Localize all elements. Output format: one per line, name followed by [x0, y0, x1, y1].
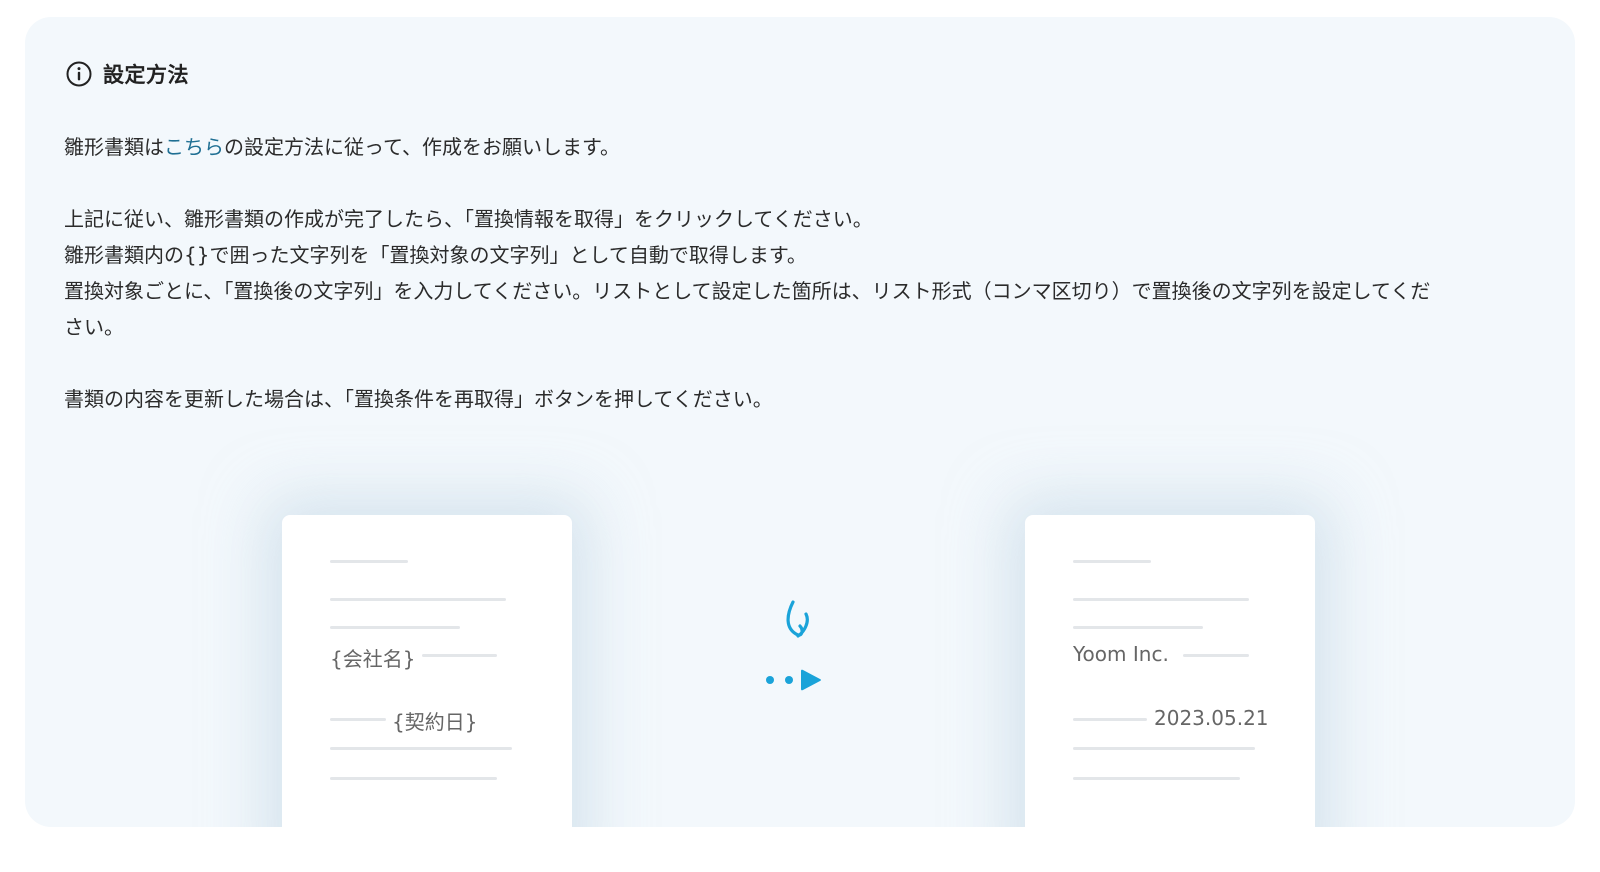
- doc-line: [1073, 598, 1249, 601]
- here-link[interactable]: こちら: [164, 135, 224, 159]
- result-date: 2023.05.21: [1154, 706, 1269, 730]
- doc-line: [330, 747, 512, 750]
- setup-instructions-panel: 設定方法 雛形書類はこちらの設定方法に従って、作成をお願いします。 上記に従い、…: [25, 17, 1575, 827]
- paragraph-template-guide: 雛形書類はこちらの設定方法に従って、作成をお願いします。: [64, 135, 620, 159]
- section-title: 設定方法: [103, 63, 189, 87]
- doc-line: [1073, 560, 1151, 563]
- play-arrow-icon: [766, 669, 821, 691]
- paragraph-line-3: 置換対象ごとに、「置換後の文字列」を入力してください。リストとして設定した箇所は…: [64, 279, 1431, 303]
- instructions-text: 雛形書類はこちらの設定方法に従って、作成をお願いします。 上記に従い、雛形書類の…: [64, 129, 1544, 417]
- doc-line: [1073, 777, 1240, 780]
- doc-line: [422, 654, 497, 657]
- doc-line: [330, 718, 386, 721]
- doc-line: [1073, 626, 1203, 629]
- doc-line: [1073, 747, 1255, 750]
- info-icon: [66, 61, 92, 87]
- template-document: {会社名} {契約日}: [282, 515, 572, 827]
- doc-line: [330, 598, 506, 601]
- doc-line: [330, 560, 408, 563]
- paragraph-update-note: 書類の内容を更新した場合は、「置換条件を再取得」ボタンを押してください。: [64, 387, 773, 411]
- section-header: 設定方法: [65, 59, 189, 89]
- paragraph-line-2: 雛形書類内の{}で囲った文字列を「置換対象の文字列」として自動で取得します。: [64, 243, 807, 267]
- placeholder-company: {会社名}: [330, 647, 416, 671]
- paragraph-line-1: 上記に従い、雛形書類の作成が完了したら、「置換情報を取得」をクリックしてください…: [64, 207, 873, 231]
- result-company: Yoom Inc.: [1073, 642, 1169, 666]
- result-document: Yoom Inc. 2023.05.21: [1025, 515, 1315, 827]
- placeholder-date: {契約日}: [392, 710, 478, 734]
- doc-line: [1183, 654, 1249, 657]
- doc-line: [1073, 718, 1147, 721]
- doc-line: [330, 777, 497, 780]
- replace-arrow: [760, 592, 840, 702]
- replacement-illustration: {会社名} {契約日} Yoom Inc. 2023.05.21: [25, 437, 1575, 827]
- doc-line: [330, 626, 460, 629]
- paragraph-line-4: さい。: [64, 315, 124, 339]
